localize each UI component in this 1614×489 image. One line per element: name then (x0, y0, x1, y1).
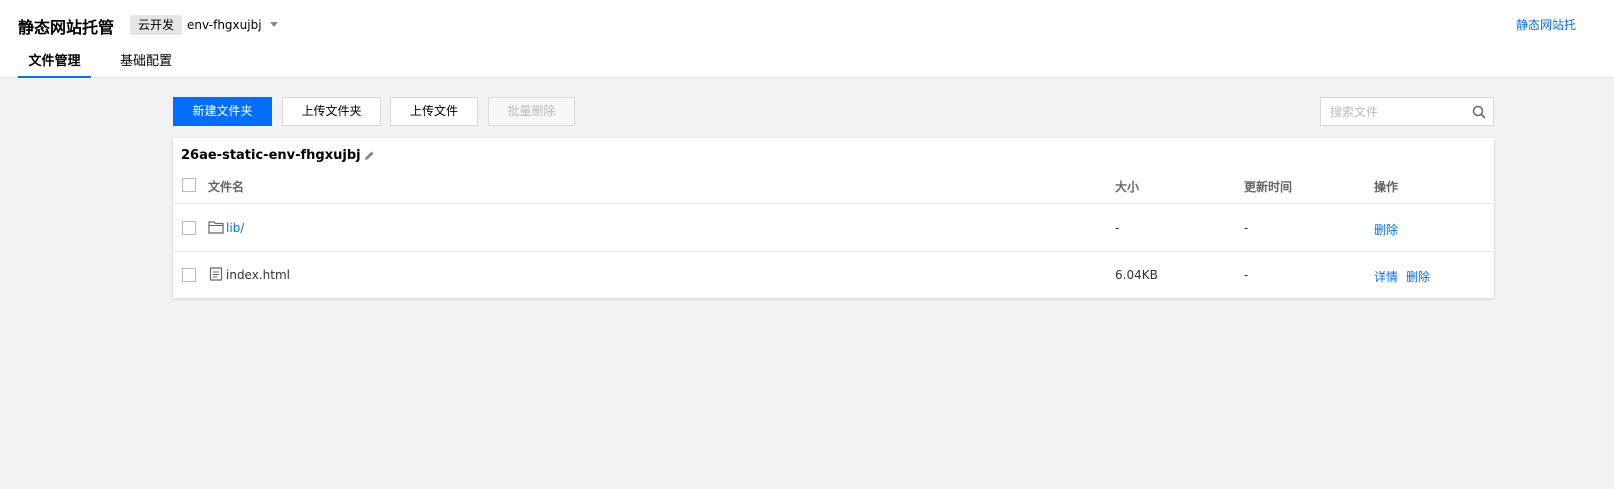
pencil-icon[interactable] (364, 150, 375, 161)
bucket-path-text: 26ae-static-env-fhgxujbj (181, 148, 361, 163)
top-header: 静态网站托管 云开发 env-fhgxujbj 静态网站托 文件管理 基础配置 (0, 0, 1614, 78)
static-hosting-link[interactable]: 静态网站托 (1516, 16, 1576, 33)
size-cell: - (1115, 221, 1120, 235)
search-icon[interactable] (1472, 105, 1486, 119)
search-box (1320, 97, 1494, 126)
upload-folder-button[interactable]: 上传文件夹 (282, 97, 381, 126)
column-header-name: 文件名 (208, 180, 245, 194)
column-header-size: 大小 (1115, 180, 1140, 194)
updated-cell: - (1244, 268, 1249, 282)
env-name: env-fhgxujbj (187, 18, 262, 32)
env-tag: 云开发 (130, 15, 183, 35)
details-button[interactable]: 详情 (1374, 270, 1398, 284)
batch-delete-button: 批量删除 (488, 97, 575, 126)
delete-button[interactable]: 删除 (1374, 223, 1398, 237)
file-name: index.html (226, 268, 290, 282)
table-row: lib/ - - 删除 (173, 205, 1494, 252)
env-selector[interactable]: env-fhgxujbj (187, 15, 278, 35)
column-header-actions: 操作 (1374, 180, 1399, 194)
file-name-cell: index.html (208, 266, 290, 283)
search-input[interactable] (1321, 98, 1475, 125)
file-icon (209, 266, 223, 281)
actions-cell: 详情 删除 (1374, 268, 1438, 285)
row-checkbox[interactable] (182, 268, 196, 282)
chevron-down-icon (269, 22, 278, 27)
bucket-path: 26ae-static-env-fhgxujbj (181, 148, 375, 163)
folder-link[interactable]: lib/ (226, 221, 244, 235)
file-list-panel: 26ae-static-env-fhgxujbj 文件名 大小 更新时间 操作 … (173, 138, 1494, 298)
page-title: 静态网站托管 (18, 18, 115, 37)
updated-cell: - (1244, 221, 1249, 235)
delete-button[interactable]: 删除 (1406, 270, 1430, 284)
upload-file-button[interactable]: 上传文件 (390, 97, 478, 126)
folder-icon (208, 220, 224, 234)
table-row: index.html 6.04KB - 详情 删除 (173, 252, 1494, 298)
file-name-cell: lib/ (208, 220, 244, 236)
actions-cell: 删除 (1374, 221, 1406, 238)
column-header-updated: 更新时间 (1244, 180, 1293, 194)
row-checkbox[interactable] (182, 221, 196, 235)
table-header: 文件名 大小 更新时间 操作 (173, 170, 1494, 204)
select-all-checkbox[interactable] (182, 178, 196, 192)
size-cell: 6.04KB (1115, 268, 1158, 282)
tab-file-management[interactable]: 文件管理 (18, 50, 91, 78)
tab-basic-config[interactable]: 基础配置 (120, 50, 172, 76)
new-folder-button[interactable]: 新建文件夹 (173, 97, 272, 126)
